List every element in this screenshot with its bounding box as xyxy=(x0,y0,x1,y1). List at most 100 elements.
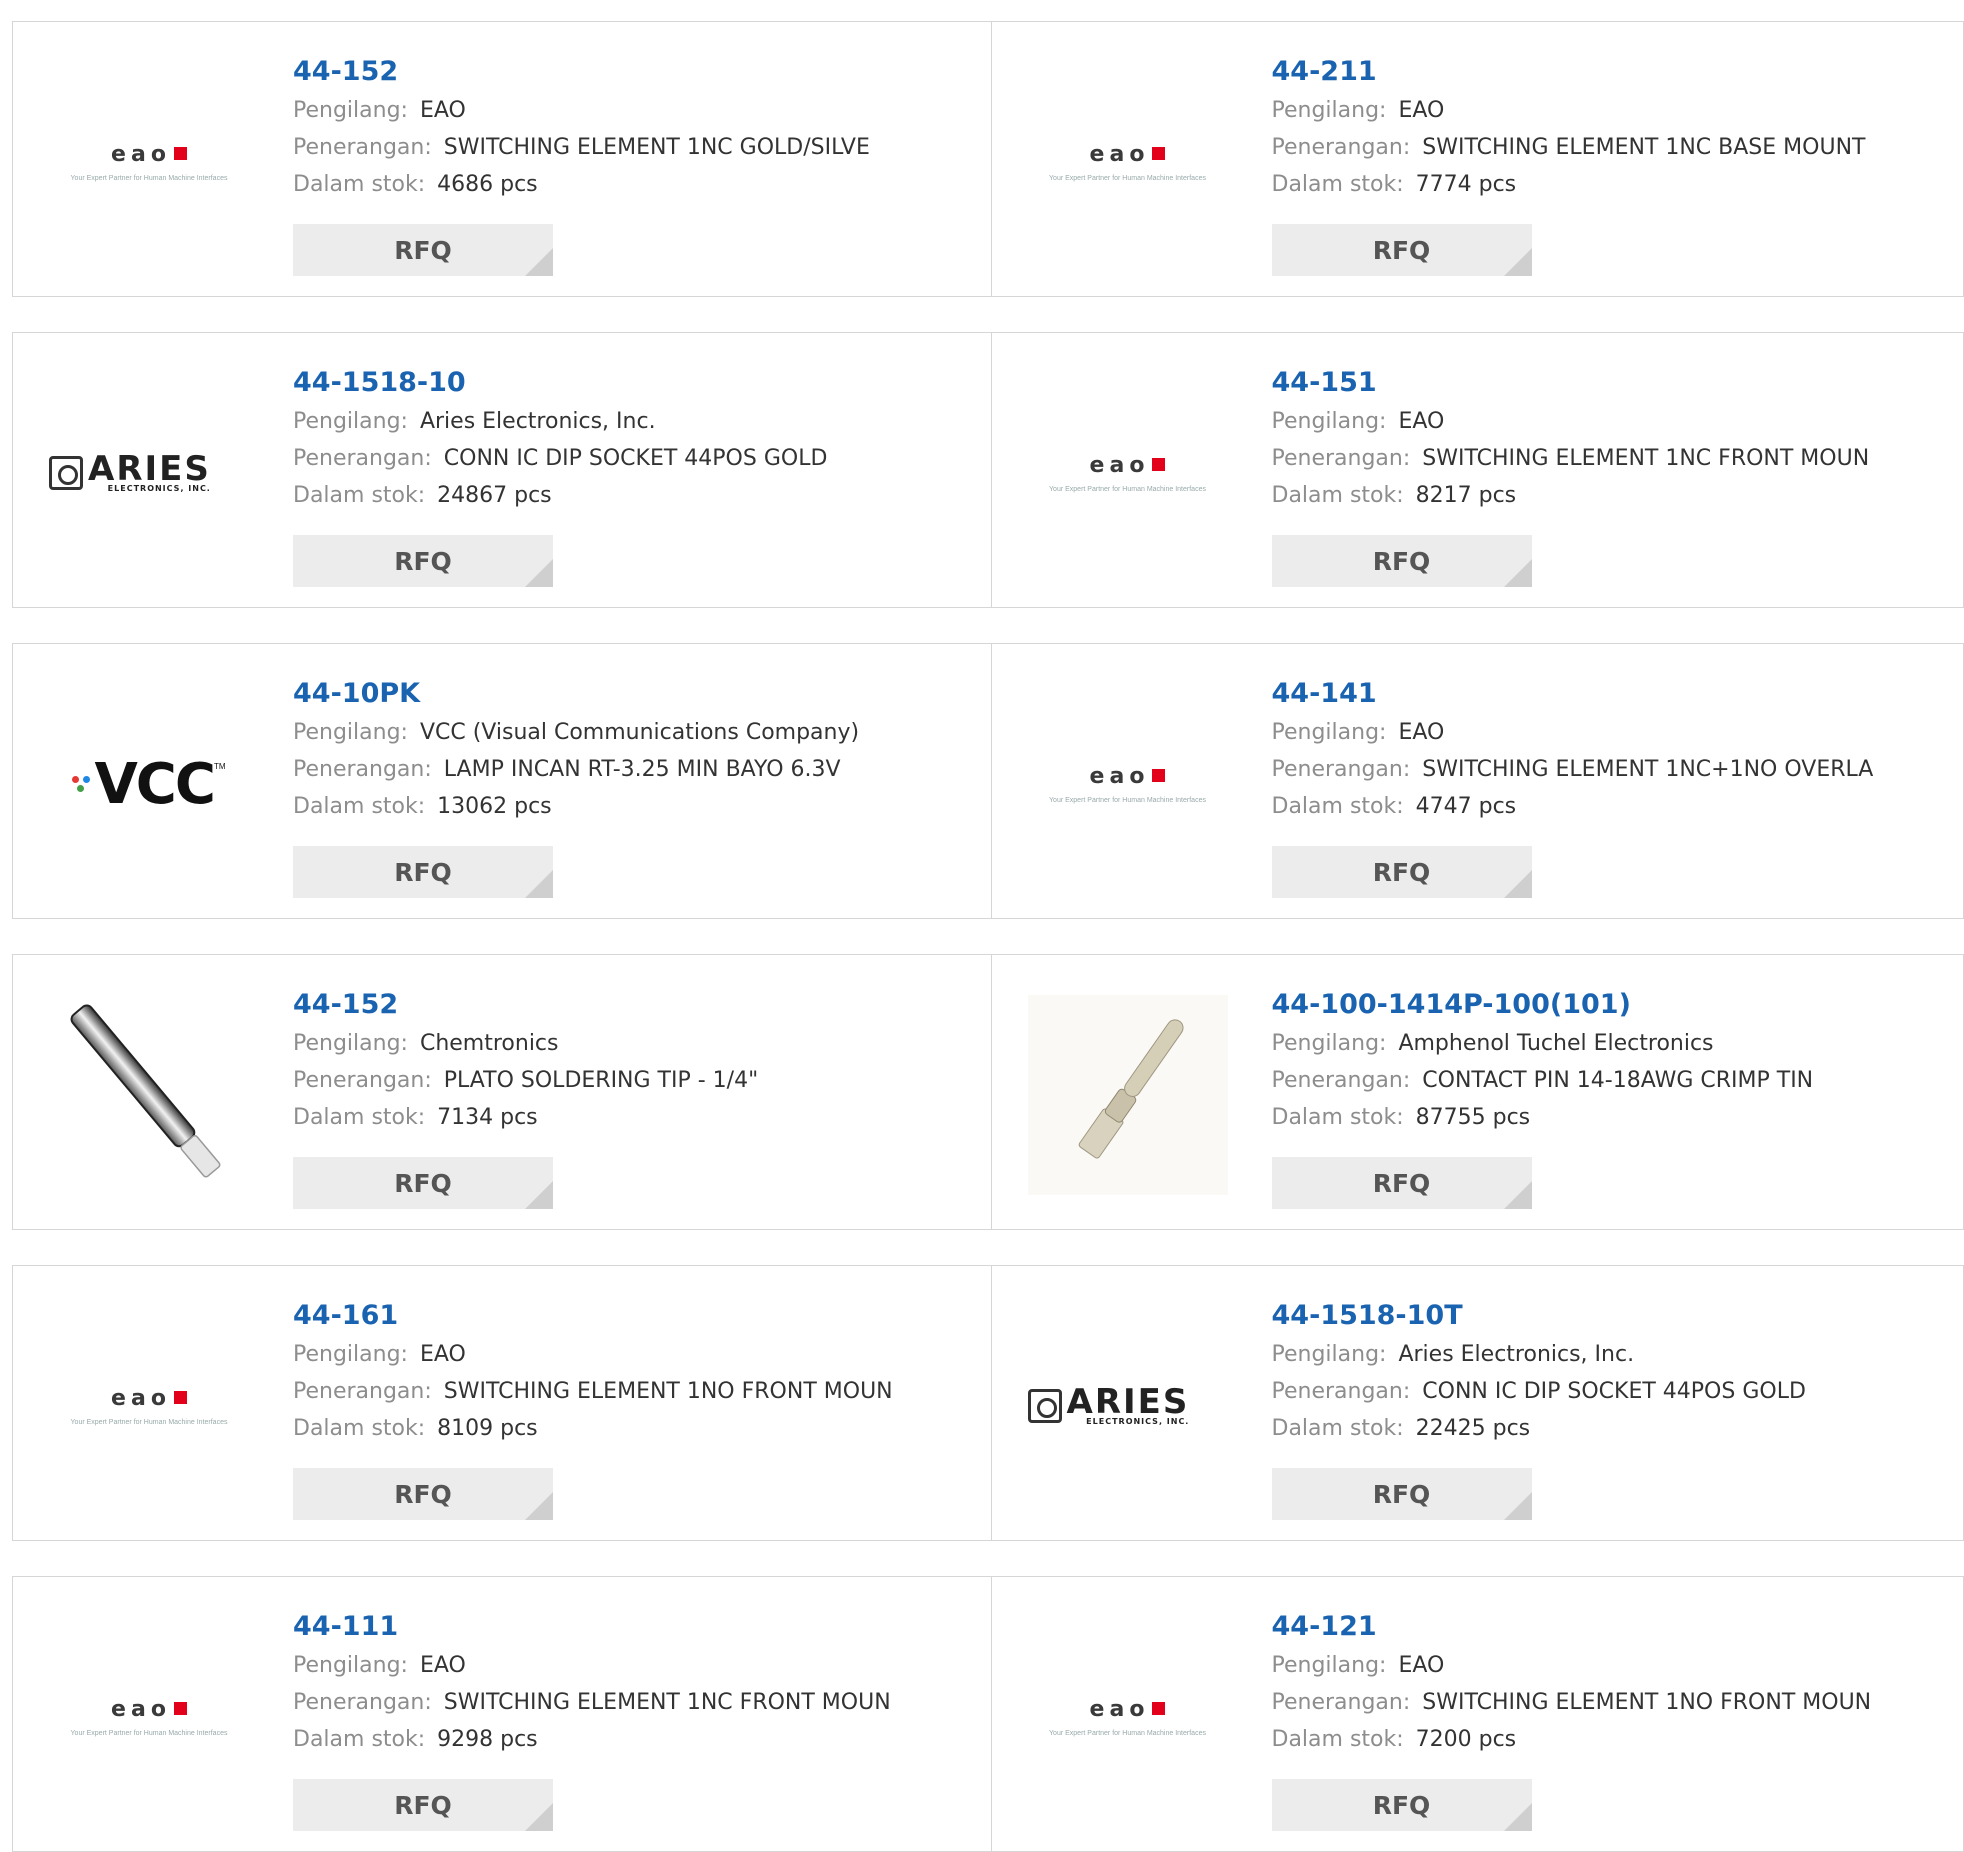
stock-label: Dalam stok: xyxy=(1271,1105,1404,1130)
eao-red-square-icon xyxy=(1152,769,1166,782)
manufacturer-value: EAO xyxy=(419,1342,466,1367)
description-value: SWITCHING ELEMENT 1NO FRONT MOUN xyxy=(1422,1690,1872,1715)
eao-logo-tagline: Your Expert Partner for Human Machine In… xyxy=(70,1730,228,1737)
part-number-link[interactable]: 44-152 xyxy=(293,52,971,92)
part-number-link[interactable]: 44-1518-10 xyxy=(293,363,971,403)
rfq-button[interactable]: RFQ xyxy=(293,846,553,898)
eao-red-square-icon xyxy=(173,1702,187,1715)
eao-logo: eao Your Expert Partner for Human Machine… xyxy=(1028,453,1228,493)
product-card: eao Your Expert Partner for Human Machine… xyxy=(13,1577,991,1851)
rfq-button[interactable]: RFQ xyxy=(293,535,553,587)
eao-logo-tagline: Your Expert Partner for Human Machine In… xyxy=(70,175,228,182)
part-number-link[interactable]: 44-161 xyxy=(293,1296,971,1336)
part-number-link[interactable]: 44-10PK xyxy=(293,674,971,714)
manufacturer-logo: eao Your Expert Partner for Human Machine… xyxy=(49,62,249,262)
stock-value: 87755 pcs xyxy=(1415,1105,1531,1130)
stock-label: Dalam stok: xyxy=(293,794,426,819)
manufacturer-logo: eao Your Expert Partner for Human Machine… xyxy=(1028,684,1228,884)
manufacturer-line: Pengilang: EAO xyxy=(293,1647,971,1684)
rfq-button[interactable]: RFQ xyxy=(1271,535,1532,587)
product-card: eao Your Expert Partner for Human Machine… xyxy=(13,1266,991,1540)
manufacturer-label: Pengilang: xyxy=(1271,409,1387,434)
corner-triangle-icon xyxy=(525,1492,553,1520)
description-value: SWITCHING ELEMENT 1NC FRONT MOUN xyxy=(443,1690,891,1715)
manufacturer-label: Pengilang: xyxy=(1271,720,1387,745)
corner-triangle-icon xyxy=(1503,248,1532,276)
rfq-label: RFQ xyxy=(394,546,452,576)
description-label: Penerangan: xyxy=(1271,757,1411,782)
corner-triangle-icon xyxy=(525,1181,553,1209)
stock-line: Dalam stok: 7134 pcs xyxy=(293,1099,971,1136)
stock-value: 9298 pcs xyxy=(437,1727,538,1752)
soldering-tip-photo xyxy=(49,995,249,1195)
rfq-button[interactable]: RFQ xyxy=(293,1468,553,1520)
description-value: SWITCHING ELEMENT 1NC GOLD/SILVE xyxy=(443,135,870,160)
product-info: 44-152 Pengilang: Chemtronics Penerangan:… xyxy=(293,985,971,1136)
manufacturer-label: Pengilang: xyxy=(293,1342,408,1367)
description-line: Penerangan: CONTACT PIN 14-18AWG CRIMP TI… xyxy=(1272,1062,1944,1099)
manufacturer-line: Pengilang: EAO xyxy=(293,1336,971,1373)
product-info: 44-121 Pengilang: EAO Penerangan: SWITCHIN… xyxy=(1272,1607,1944,1758)
manufacturer-logo: ARIES ELECTRONICS, INC. xyxy=(1027,1306,1228,1506)
stock-value: 4686 pcs xyxy=(437,172,538,197)
manufacturer-logo: eao Your Expert Partner for Human Machine… xyxy=(49,1306,249,1506)
part-number-link[interactable]: 44-211 xyxy=(1272,52,1944,92)
manufacturer-label: Pengilang: xyxy=(293,98,408,123)
rfq-button[interactable]: RFQ xyxy=(293,1157,553,1209)
product-info: 44-141 Pengilang: EAO Penerangan: SWITCHIN… xyxy=(1272,674,1944,825)
part-number-link[interactable]: 44-111 xyxy=(293,1607,971,1647)
stock-value: 13062 pcs xyxy=(437,794,552,819)
manufacturer-value: EAO xyxy=(1398,409,1445,434)
aries-logo-word: ARIES xyxy=(88,448,211,489)
part-number-link[interactable]: 44-152 xyxy=(293,985,971,1025)
product-card: VCC TM 44-10PK Pengilang: VCC (Visual Comm… xyxy=(13,644,991,918)
eao-logo-word: eao xyxy=(111,1386,171,1411)
description-line: Penerangan: CONN IC DIP SOCKET 44POS GOLD xyxy=(1272,1373,1944,1410)
description-line: Penerangan: CONN IC DIP SOCKET 44POS GOLD xyxy=(293,440,971,477)
manufacturer-label: Pengilang: xyxy=(1271,98,1387,123)
product-card: eao Your Expert Partner for Human Machine… xyxy=(990,1577,1964,1851)
rfq-button[interactable]: RFQ xyxy=(1271,224,1532,276)
rfq-button[interactable]: RFQ xyxy=(1271,1157,1532,1209)
part-number-link[interactable]: 44-151 xyxy=(1272,363,1944,403)
product-row: VCC TM 44-10PK Pengilang: VCC (Visual Comm… xyxy=(12,643,1964,919)
description-line: Penerangan: LAMP INCAN RT-3.25 MIN BAYO 6… xyxy=(293,751,971,788)
manufacturer-label: Pengilang: xyxy=(1271,1653,1387,1678)
product-card: eao Your Expert Partner for Human Machine… xyxy=(13,22,991,296)
eao-logo-tagline: Your Expert Partner for Human Machine In… xyxy=(1049,1730,1206,1737)
part-number-link[interactable]: 44-121 xyxy=(1272,1607,1944,1647)
eao-logo-word: eao xyxy=(1089,764,1150,789)
corner-triangle-icon xyxy=(525,1803,553,1831)
aries-emblem-icon xyxy=(49,456,83,490)
description-line: Penerangan: SWITCHING ELEMENT 1NO FRONT M… xyxy=(1272,1684,1944,1721)
part-number-link[interactable]: 44-1518-10T xyxy=(1272,1296,1944,1336)
description-line: Penerangan: SWITCHING ELEMENT 1NC GOLD/SI… xyxy=(293,129,971,166)
aries-logo: ARIES ELECTRONICS, INC. xyxy=(1027,1385,1228,1426)
description-label: Penerangan: xyxy=(293,1379,432,1404)
stock-line: Dalam stok: 7774 pcs xyxy=(1272,166,1944,203)
eao-logo: eao Your Expert Partner for Human Machine… xyxy=(1028,142,1228,182)
stock-line: Dalam stok: 24867 pcs xyxy=(293,477,971,514)
rfq-button[interactable]: RFQ xyxy=(1271,1468,1532,1520)
stock-value: 22425 pcs xyxy=(1415,1416,1531,1441)
corner-triangle-icon xyxy=(1503,870,1532,898)
stock-line: Dalam stok: 22425 pcs xyxy=(1272,1410,1944,1447)
description-label: Penerangan: xyxy=(1271,1379,1411,1404)
rfq-button[interactable]: RFQ xyxy=(293,1779,553,1831)
manufacturer-line: Pengilang: EAO xyxy=(1272,1647,1944,1684)
vcc-logo-tm: TM xyxy=(213,761,226,771)
manufacturer-line: Pengilang: Aries Electronics, Inc. xyxy=(1272,1336,1944,1373)
manufacturer-line: Pengilang: EAO xyxy=(293,92,971,129)
part-number-link[interactable]: 44-100-1414P-100(101) xyxy=(1272,985,1944,1025)
description-value: SWITCHING ELEMENT 1NO FRONT MOUN xyxy=(443,1379,893,1404)
rfq-button[interactable]: RFQ xyxy=(293,224,553,276)
rfq-button[interactable]: RFQ xyxy=(1271,1779,1532,1831)
stock-line: Dalam stok: 7200 pcs xyxy=(1272,1721,1944,1758)
description-line: Penerangan: PLATO SOLDERING TIP - 1/4" xyxy=(293,1062,971,1099)
part-number-link[interactable]: 44-141 xyxy=(1272,674,1944,714)
product-row: eao Your Expert Partner for Human Machine… xyxy=(12,1576,1964,1852)
stock-label: Dalam stok: xyxy=(1271,483,1404,508)
rfq-button[interactable]: RFQ xyxy=(1271,846,1532,898)
stock-label: Dalam stok: xyxy=(293,172,426,197)
stock-line: Dalam stok: 8109 pcs xyxy=(293,1410,971,1447)
